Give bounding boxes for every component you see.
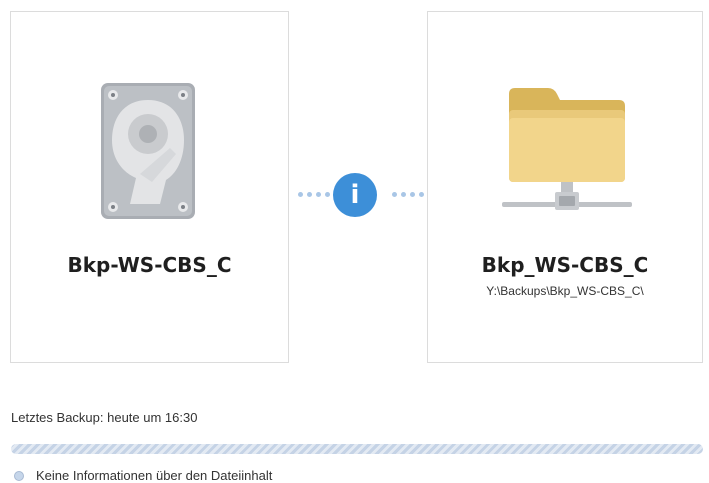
info-button[interactable]: i — [333, 173, 377, 217]
network-folder-icon — [502, 88, 632, 210]
connector-dots-right — [392, 192, 424, 197]
source-title: Bkp-WS-CBS_C — [67, 253, 232, 277]
backup-destination-card[interactable]: Bkp_WS-CBS_C Y:\Backups\Bkp_WS-CBS_C\ — [427, 11, 703, 363]
progress-bar — [11, 444, 703, 454]
destination-path: Y:\Backups\Bkp_WS-CBS_C\ — [486, 284, 644, 298]
destination-title: Bkp_WS-CBS_C — [481, 253, 649, 277]
backup-source-card[interactable]: Bkp-WS-CBS_C — [10, 11, 289, 363]
connector-dots-left — [298, 192, 330, 197]
status-bullet-icon — [14, 470, 24, 481]
content-info-text: Keine Informationen über den Dateiinhalt — [36, 468, 273, 483]
last-backup-text: Letztes Backup: heute um 16:30 — [11, 410, 198, 425]
hard-drive-icon — [101, 83, 195, 219]
content-info: Keine Informationen über den Dateiinhalt — [14, 468, 272, 483]
